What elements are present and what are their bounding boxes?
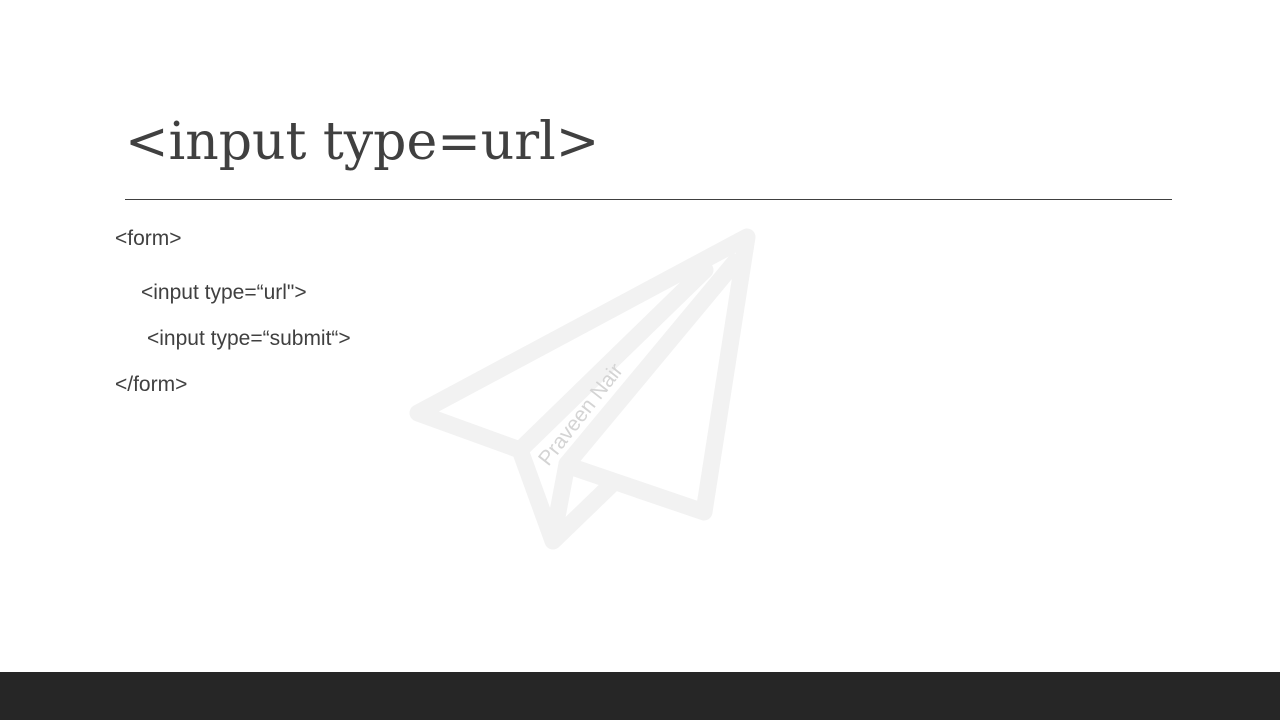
- code-line-input-url: <input type=“url">: [141, 281, 307, 304]
- code-line-input-submit: <input type=“submit“>: [147, 327, 351, 350]
- code-line-form-open: <form>: [115, 227, 182, 250]
- code-line-form-close: </form>: [115, 373, 188, 396]
- paper-plane-icon: [409, 228, 756, 550]
- footer-bar: [0, 672, 1280, 720]
